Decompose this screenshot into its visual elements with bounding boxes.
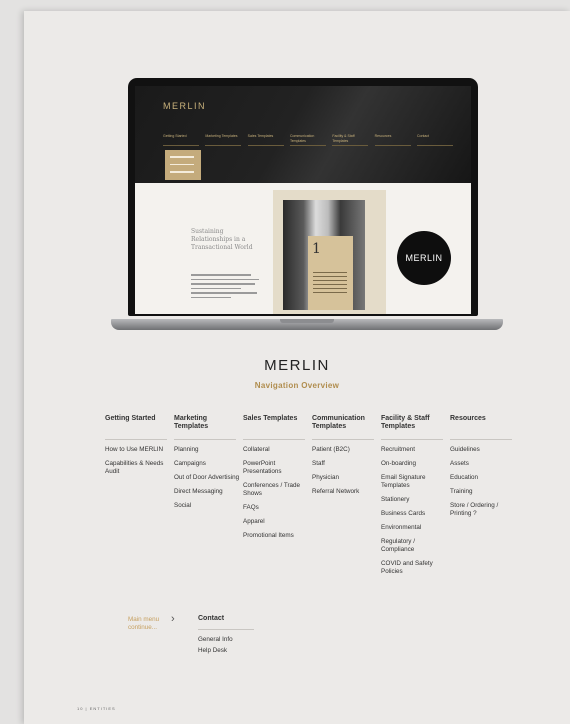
nav-item[interactable]: On-boarding [381,460,447,468]
nav-item[interactable]: Education [450,474,516,482]
nav-item[interactable]: Help Desk [198,647,258,655]
nav-column-getting-started: Getting Started How to Use MERLIN Capabi… [105,415,171,482]
website-circle-logo: MERLIN [397,231,451,285]
website-dropdown-menu [165,150,201,180]
nav-item[interactable]: Staff [312,460,378,468]
nav-item[interactable]: PowerPoint Presentations [243,460,309,476]
column-divider [312,439,374,440]
nav-item[interactable]: Physician [312,474,378,482]
website-nav: Getting Started Marketing Templates Sale… [163,134,453,146]
column-divider [198,629,254,630]
nav-item[interactable]: Stationery [381,496,447,504]
website-logo: MERLIN [163,101,207,111]
website-nav-item: Marketing Templates [205,134,242,146]
column-divider [105,439,167,440]
nav-item[interactable]: Referral Network [312,488,378,496]
website-nav-item: Facility & Staff Templates [332,134,369,146]
column-divider [174,439,236,440]
nav-item[interactable]: Campaigns [174,460,240,468]
laptop-notch [280,319,334,323]
column-heading: Contact [198,615,225,622]
nav-item[interactable]: Planning [174,446,240,454]
page-title: MERLIN [264,357,330,374]
website-nav-item: Sales Templates [247,134,284,146]
booklet-numeral: 1 [312,241,321,257]
nav-column-resources: Resources Guidelines Assets Education Tr… [450,415,516,524]
nav-column-marketing: Marketing Templates Planning Campaigns O… [174,415,240,516]
website-headline: Sustaining Relationships in a Transactio… [191,228,253,251]
website-header: MERLIN Getting Started Marketing Templat… [135,86,471,183]
website-nav-item: Communication Templates [289,134,326,146]
nav-item[interactable]: General Info [198,636,258,644]
nav-item[interactable]: Email Signature Templates [381,474,447,490]
nav-item[interactable]: Promotional Items [243,532,309,540]
nav-item[interactable]: Capabilities & Needs Audit [105,460,171,476]
column-divider [450,439,512,440]
nav-item[interactable]: Out of Door Advertising [174,474,240,482]
nav-item[interactable]: Direct Messaging [174,488,240,496]
nav-item[interactable]: Social [174,502,240,510]
nav-item[interactable]: Guidelines [450,446,516,454]
page-footer: 10 | ENTITIES [77,706,116,711]
nav-column-facility-staff: Facility & Staff Templates Recruitment O… [381,415,447,582]
nav-column-communication: Communication Templates Patient (B2C) St… [312,415,378,502]
nav-item[interactable]: Business Cards [381,510,447,518]
column-heading: Marketing Templates [174,415,209,430]
column-heading: Facility & Staff Templates [381,415,430,430]
column-heading: Communication Templates [312,415,365,430]
column-divider [381,439,443,440]
nav-item[interactable]: How to Use MERLIN [105,446,171,454]
nav-item[interactable]: Training [450,488,516,496]
nav-item[interactable]: FAQs [243,504,309,512]
column-heading: Resources [450,415,486,422]
nav-item[interactable]: Patient (B2C) [312,446,378,454]
nav-column-sales: Sales Templates Collateral PowerPoint Pr… [243,415,309,546]
nav-item[interactable]: Assets [450,460,516,468]
website-booklet: 1 [308,236,353,310]
nav-item[interactable]: Environmental [381,524,447,532]
chevron-right-icon[interactable]: › [171,613,175,625]
nav-item[interactable]: Store / Ordering / Printing ? [450,502,516,518]
nav-item[interactable]: COVID and Safety Policies [381,560,447,576]
website-body-text [191,274,261,301]
column-heading: Getting Started [105,415,156,422]
website-nav-item: Getting Started [163,134,199,146]
nav-item[interactable]: Regulatory / Compliance [381,538,447,554]
website-nav-item: Contact [416,134,453,146]
main-menu-continue-link[interactable]: Main menu continue... [128,616,166,631]
website-nav-item: Resources [374,134,411,146]
page-subtitle: Navigation Overview [254,381,340,390]
laptop-screen: MERLIN Getting Started Marketing Templat… [135,86,471,314]
column-divider [243,439,305,440]
nav-column-contact: Contact General Info Help Desk [198,615,258,661]
column-heading: Sales Templates [243,415,298,422]
nav-item[interactable]: Apparel [243,518,309,526]
nav-item[interactable]: Recruitment [381,446,447,454]
nav-item[interactable]: Conferences / Trade Shows [243,482,309,498]
laptop-screen-bezel: MERLIN Getting Started Marketing Templat… [128,78,478,316]
nav-item[interactable]: Collateral [243,446,309,454]
document-page: MERLIN Getting Started Marketing Templat… [24,11,570,724]
